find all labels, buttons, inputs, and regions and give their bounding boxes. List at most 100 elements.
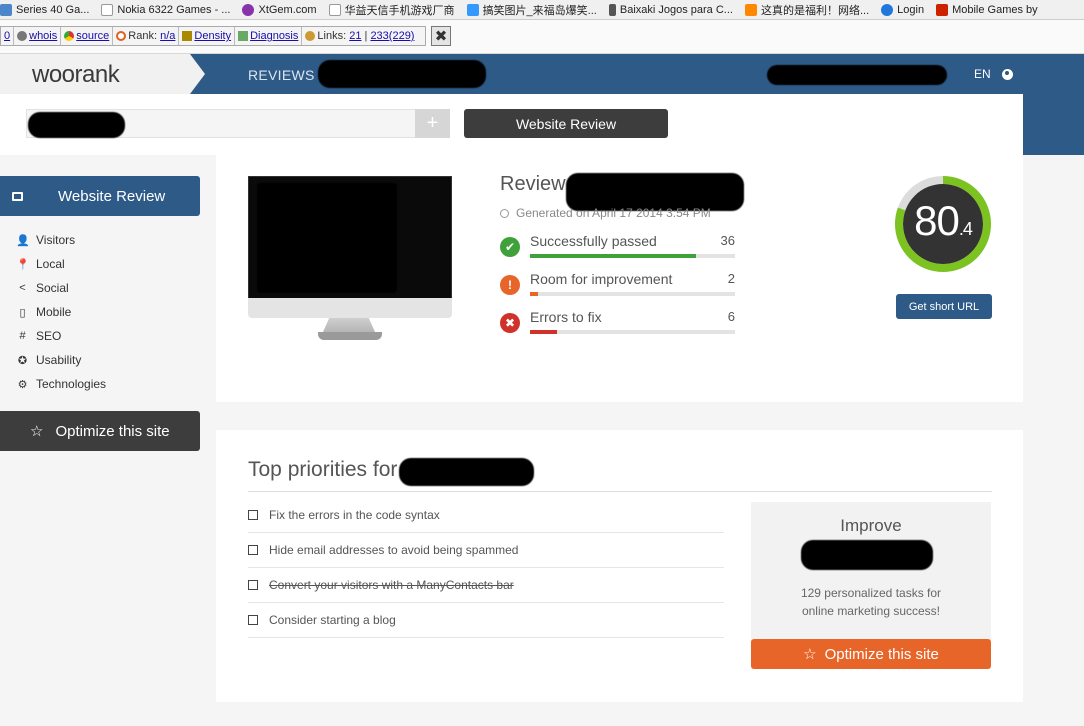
- task-item[interactable]: Consider starting a blog: [248, 603, 724, 638]
- bookmark-item[interactable]: 搞笑图片_来福岛爆笑...: [466, 2, 609, 18]
- bookmark-label: XtGem.com: [258, 3, 317, 16]
- close-icon[interactable]: ✖: [431, 26, 451, 46]
- generated-label: Generated on April 17 2014 3:54 PM: [516, 206, 711, 220]
- bookmark-label: Series 40 Ga...: [16, 3, 90, 16]
- map-pin-icon: 📍: [16, 258, 30, 271]
- sidebar-item-label: SEO: [36, 329, 62, 343]
- seo-density[interactable]: Density: [179, 27, 236, 45]
- sidebar-item-social[interactable]: < Social: [0, 276, 200, 300]
- monitor-base: [318, 332, 382, 340]
- links-total[interactable]: 233(229): [370, 30, 414, 42]
- seo-diagnosis[interactable]: Diagnosis: [235, 27, 303, 45]
- bookmark-item[interactable]: Login: [881, 3, 936, 16]
- improve-title: Improve: [840, 516, 902, 535]
- lifebuoy-icon: ✪: [17, 354, 28, 367]
- seo-source[interactable]: source: [61, 27, 114, 45]
- bookmark-item[interactable]: XtGem.com: [242, 3, 328, 16]
- seo-page-count-link[interactable]: 0: [4, 30, 10, 42]
- density-link[interactable]: Density: [194, 30, 231, 42]
- checkbox[interactable]: [248, 510, 258, 520]
- redacted-scribble: [318, 60, 486, 88]
- sidebar-optimize-button[interactable]: ☆ Optimize this site: [0, 411, 200, 451]
- checkbox[interactable]: [248, 580, 258, 590]
- sidebar-item-technologies[interactable]: ⚙ Technologies: [0, 372, 200, 396]
- whois-link[interactable]: whois: [29, 30, 57, 42]
- page-icon: [0, 3, 12, 16]
- check-circle-icon: ✔: [500, 237, 520, 257]
- sidebar-item-usability[interactable]: ✪ Usability: [0, 348, 200, 372]
- stat-errors: ✖ Errors to fix 6: [500, 309, 736, 339]
- bookmark-item[interactable]: 华益天信手机游戏厂商: [328, 2, 467, 18]
- get-short-url-button[interactable]: Get short URL: [896, 294, 992, 319]
- phone-icon: [608, 3, 616, 16]
- diagnosis-icon: [238, 31, 249, 41]
- stat-count: 6: [727, 309, 735, 324]
- divider: [248, 491, 992, 492]
- stat-passed: ✔ Successfully passed 36: [500, 233, 736, 263]
- bookmarks-bar: Series 40 Ga... Nokia 6322 Games - ... X…: [0, 0, 1084, 20]
- site-screenshot: [248, 176, 452, 300]
- mobile-icon: ▯: [19, 306, 26, 319]
- bookmark-item[interactable]: Mobile Games by: [936, 3, 1050, 16]
- gear-icon: ⚙: [17, 378, 28, 391]
- priorities-card: Top priorities for Fix the errors in the…: [216, 430, 1023, 702]
- priorities-title: Top priorities for: [248, 458, 398, 481]
- monitor-chin: [248, 298, 452, 318]
- bookmark-item[interactable]: Nokia 6322 Games - ...: [101, 3, 242, 16]
- stat-fill: [530, 292, 539, 296]
- bookmark-label: Baixaki Jogos para C...: [619, 3, 733, 16]
- bookmark-item[interactable]: Series 40 Ga...: [0, 3, 101, 16]
- sidebar-item-mobile[interactable]: ▯ Mobile: [0, 300, 200, 324]
- sidebar-item-seo[interactable]: # SEO: [0, 324, 200, 348]
- sidebar-item-local[interactable]: 📍 Local: [0, 252, 200, 276]
- task-item[interactable]: Convert your visitors with a ManyContact…: [248, 568, 724, 603]
- language-label: EN: [974, 67, 991, 81]
- site-icon: [936, 3, 949, 16]
- score-int: 80: [914, 197, 960, 244]
- links-value[interactable]: 21: [349, 30, 361, 42]
- redacted-scribble: [801, 540, 933, 570]
- site-icon: [744, 3, 757, 16]
- site-icon: [466, 3, 479, 16]
- bookmark-item[interactable]: 这真的是福利！网络...: [744, 2, 881, 18]
- error-circle-icon: ✖: [500, 313, 520, 333]
- xtgem-icon: [242, 3, 255, 16]
- sidebar-item-visitors[interactable]: 👤 Visitors: [0, 228, 200, 252]
- sidebar-website-review[interactable]: Website Review: [0, 176, 200, 216]
- sidebar-item-label: Visitors: [36, 233, 76, 247]
- stat-count: 36: [720, 233, 735, 248]
- stat-track: [530, 330, 735, 334]
- seo-page-count[interactable]: 0: [1, 27, 15, 45]
- woorank-logo[interactable]: woorank: [32, 61, 120, 89]
- redacted-scribble: [28, 112, 125, 138]
- monitor-stand: [323, 318, 375, 332]
- links-separator: |: [364, 30, 368, 42]
- whois-icon: [17, 31, 28, 41]
- rank-value[interactable]: n/a: [160, 30, 175, 42]
- task-item[interactable]: Fix the errors in the code syntax: [248, 498, 724, 533]
- review-title: Review: [500, 173, 566, 195]
- checkbox[interactable]: [248, 615, 258, 625]
- improve-description: 129 personalized tasks for online market…: [800, 586, 942, 618]
- diagnosis-link[interactable]: Diagnosis: [250, 30, 298, 42]
- add-url-button[interactable]: +: [415, 109, 450, 138]
- bookmark-label: Login: [897, 3, 925, 16]
- nav-reviews[interactable]: REVIEWS: [248, 67, 315, 83]
- source-link[interactable]: source: [76, 30, 109, 42]
- task-label: Hide email addresses to avoid being spam…: [269, 543, 519, 557]
- page-icon: [328, 3, 341, 16]
- language-selector[interactable]: EN: [974, 67, 1013, 81]
- optimize-label: Optimize this site: [55, 422, 170, 440]
- task-item[interactable]: Hide email addresses to avoid being spam…: [248, 533, 724, 568]
- seo-links: Links: 21 | 233(229): [302, 27, 417, 45]
- sidebar-title: Website Review: [58, 187, 166, 205]
- sidebar-item-label: Technologies: [36, 377, 107, 391]
- optimize-site-button[interactable]: ☆ Optimize this site: [751, 639, 991, 669]
- website-review-button[interactable]: Website Review: [464, 109, 668, 138]
- seo-whois[interactable]: whois: [14, 27, 62, 45]
- bookmark-label: Nokia 6322 Games - ...: [117, 3, 231, 16]
- site-header: woorank REVIEWS EN: [0, 54, 1084, 94]
- bookmark-item[interactable]: Baixaki Jogos para C...: [608, 3, 745, 16]
- checkbox[interactable]: [248, 545, 258, 555]
- score-gauge: 80.4: [894, 175, 992, 273]
